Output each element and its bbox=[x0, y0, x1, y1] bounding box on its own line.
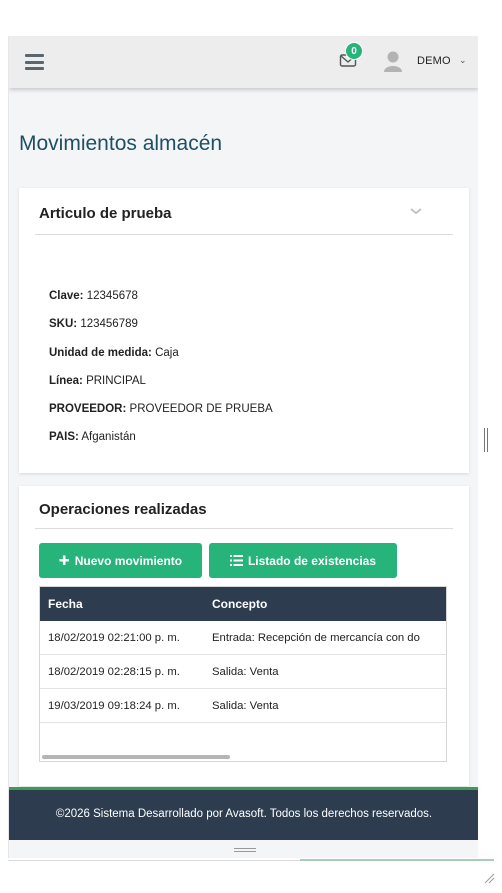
field-label: Clave: bbox=[49, 290, 84, 302]
cell-fecha: 18/02/2019 02:21:00 p. m. bbox=[48, 632, 180, 644]
footer-text: ©2026 Sistema Desarrollado por Avasoft. … bbox=[55, 808, 433, 820]
article-card: Articulo de prueba Clave: 12345678 SKU: … bbox=[19, 188, 469, 473]
cell-fecha: 18/02/2019 02:28:15 p. m. bbox=[48, 666, 180, 678]
field-value: Afganistán bbox=[81, 431, 136, 443]
app-viewport: 0 DEMO ⌄ Movimientos almacén Articulo de… bbox=[8, 36, 478, 858]
operations-card: Operaciones realizadas ✚ Nuevo movimient… bbox=[19, 486, 469, 786]
user-menu-name[interactable]: DEMO bbox=[417, 55, 451, 67]
field-label: SKU: bbox=[49, 318, 78, 330]
divider bbox=[35, 234, 453, 235]
field-pais: PAIS: Afganistán bbox=[49, 431, 136, 443]
mail-count-badge: 0 bbox=[345, 42, 363, 60]
new-movement-label: Nuevo movimiento bbox=[74, 553, 183, 568]
cell-concepto: Salida: Venta bbox=[212, 700, 279, 712]
field-proveedor: PROVEEDOR: PROVEEDOR DE PRUEBA bbox=[49, 403, 273, 415]
top-navbar: 0 DEMO ⌄ bbox=[9, 36, 478, 88]
field-value: 123456789 bbox=[80, 318, 138, 330]
field-label: Línea: bbox=[49, 375, 83, 387]
drag-handle-icon[interactable] bbox=[234, 848, 256, 852]
field-value: PROVEEDOR DE PRUEBA bbox=[129, 403, 273, 415]
field-label: PROVEEDOR: bbox=[49, 403, 127, 415]
collapse-chevron-icon[interactable] bbox=[409, 206, 423, 216]
footer: ©2026 Sistema Desarrollado por Avasoft. … bbox=[9, 787, 478, 840]
operations-table: Fecha Concepto 18/02/2019 02:21:00 p. m.… bbox=[39, 586, 447, 762]
horizontal-scrollbar[interactable] bbox=[42, 755, 230, 759]
field-value: PRINCIPAL bbox=[86, 375, 146, 387]
field-label: Unidad de medida: bbox=[49, 347, 152, 359]
field-clave: Clave: 12345678 bbox=[49, 290, 138, 302]
field-value: Caja bbox=[155, 347, 179, 359]
frame-bottom-accent bbox=[300, 859, 494, 861]
article-name: Articulo de prueba bbox=[39, 205, 172, 222]
table-row[interactable]: 18/02/2019 02:21:00 p. m. Entrada: Recep… bbox=[40, 621, 446, 655]
plus-icon: ✚ bbox=[58, 552, 70, 568]
cell-concepto: Salida: Venta bbox=[212, 666, 279, 678]
divider bbox=[35, 528, 453, 529]
field-unidad: Unidad de medida: Caja bbox=[49, 347, 179, 359]
operations-title: Operaciones realizadas bbox=[39, 501, 207, 518]
stock-list-label: Listado de existencias bbox=[247, 553, 377, 568]
field-value: 12345678 bbox=[86, 290, 138, 302]
table-row[interactable]: 19/03/2019 09:18:24 p. m. Salida: Venta bbox=[40, 689, 446, 723]
column-header-concepto[interactable]: Concepto bbox=[212, 597, 267, 611]
new-movement-button[interactable]: ✚ Nuevo movimiento bbox=[39, 543, 202, 578]
cell-concepto: Entrada: Recepción de mercancía con do bbox=[212, 632, 420, 644]
user-avatar-icon[interactable] bbox=[384, 50, 402, 72]
resize-grip-icon[interactable] bbox=[483, 872, 495, 884]
side-resize-grip-icon[interactable] bbox=[484, 428, 488, 452]
column-header-fecha[interactable]: Fecha bbox=[48, 597, 83, 611]
field-sku: SKU: 123456789 bbox=[49, 318, 138, 330]
chevron-down-icon[interactable]: ⌄ bbox=[459, 55, 467, 66]
table-row[interactable]: 18/02/2019 02:28:15 p. m. Salida: Venta bbox=[40, 655, 446, 689]
page-title: Movimientos almacén bbox=[19, 132, 223, 155]
menu-icon[interactable] bbox=[25, 54, 44, 70]
cell-fecha: 19/03/2019 09:18:24 p. m. bbox=[48, 700, 180, 712]
field-label: PAIS: bbox=[49, 431, 79, 443]
list-icon bbox=[229, 555, 243, 566]
table-header: Fecha Concepto bbox=[40, 587, 446, 621]
stock-list-button[interactable]: Listado de existencias bbox=[209, 543, 397, 578]
field-linea: Línea: PRINCIPAL bbox=[49, 375, 146, 387]
